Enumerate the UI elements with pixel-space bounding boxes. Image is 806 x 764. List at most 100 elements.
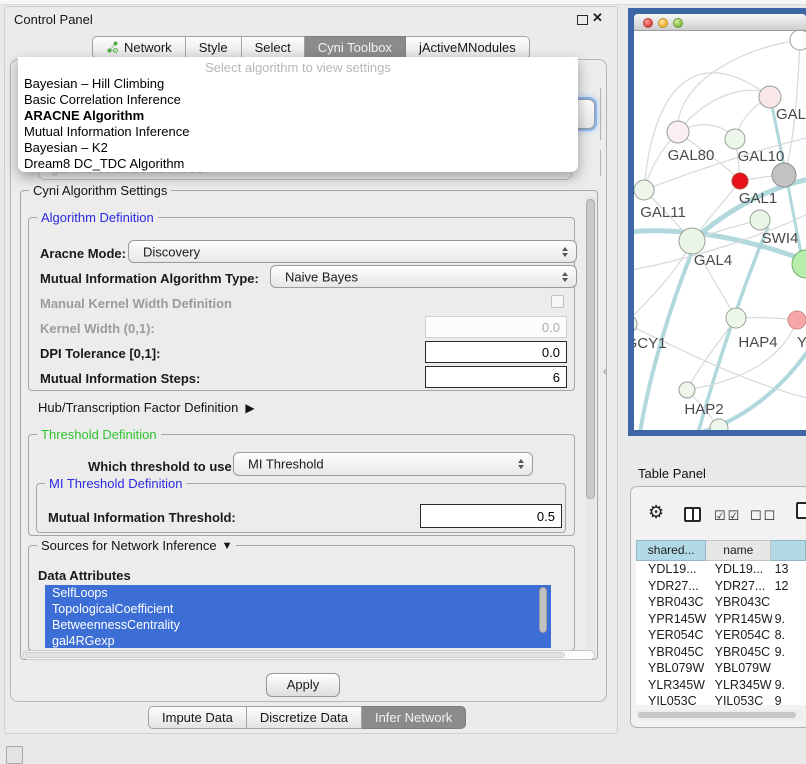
gear-icon[interactable]: ⚙ bbox=[648, 502, 664, 523]
table-row[interactable]: YPR145WYPR145W9. bbox=[636, 611, 806, 628]
table-row[interactable]: YBL079WYBL079W bbox=[636, 660, 806, 677]
network-node-hap4[interactable] bbox=[726, 308, 746, 328]
table-row[interactable]: YBR043CYBR043C bbox=[636, 594, 806, 611]
settings-scrollbar-thumb[interactable] bbox=[586, 199, 595, 499]
column-header[interactable] bbox=[771, 540, 806, 561]
mi-steps-input[interactable] bbox=[425, 366, 567, 388]
node-label: GAL1 bbox=[739, 190, 777, 207]
mi-threshold-input[interactable] bbox=[420, 504, 562, 528]
algorithm-option[interactable]: Dream8 DC_TDC Algorithm bbox=[18, 156, 578, 172]
tab-infer-network[interactable]: Infer Network bbox=[362, 706, 466, 729]
table-function-icon[interactable] bbox=[796, 502, 806, 519]
data-attribute-item[interactable]: SelfLoops bbox=[45, 585, 551, 601]
algorithm-option[interactable]: ARACNE Algorithm bbox=[18, 108, 578, 124]
table-row[interactable]: YER054CYER054C8. bbox=[636, 627, 806, 644]
table-scrollbar-thumb[interactable] bbox=[638, 712, 796, 718]
algorithm-option[interactable]: Bayesian – Hill Climbing bbox=[18, 76, 578, 92]
algorithm-dropdown-popup: Select algorithm to view settings Bayesi… bbox=[18, 57, 578, 172]
network-window[interactable]: GALGAL80GAL10GAL1GAL11SWI4GAL4GCY1HAP4YH… bbox=[634, 14, 806, 430]
tab-select[interactable]: Select bbox=[242, 36, 305, 59]
network-node-gal10[interactable] bbox=[725, 129, 745, 149]
minimize-traffic-light-icon[interactable] bbox=[658, 18, 668, 28]
network-node-swi4[interactable] bbox=[750, 210, 770, 230]
collapse-down-icon[interactable]: ▼ bbox=[222, 540, 233, 552]
network-node[interactable] bbox=[790, 31, 806, 50]
network-node-gal11[interactable] bbox=[634, 180, 654, 200]
columns-icon[interactable] bbox=[684, 507, 701, 522]
hub-transcription-factor-section[interactable]: Hub/Transcription Factor Definition ▶ bbox=[38, 400, 255, 415]
tab-discretize-data[interactable]: Discretize Data bbox=[247, 706, 362, 729]
network-icon bbox=[106, 41, 119, 54]
network-node-hap2[interactable] bbox=[679, 382, 695, 398]
table-cell: YDR27... bbox=[636, 579, 707, 593]
network-window-titlebar[interactable] bbox=[634, 14, 806, 31]
table-cell: YDL19... bbox=[636, 562, 707, 576]
aracne-mode-combobox[interactable]: Discovery bbox=[128, 240, 577, 263]
data-attributes-list[interactable]: SelfLoopsTopologicalCoefficientBetweenne… bbox=[45, 585, 551, 648]
sources-title: Sources for Network Inference bbox=[41, 538, 217, 553]
network-node[interactable] bbox=[772, 163, 796, 187]
column-header[interactable]: shared... bbox=[636, 540, 706, 561]
column-header[interactable]: name bbox=[706, 540, 771, 561]
node-attribute-table: shared...name YDL19...YDL19...13YDR27...… bbox=[636, 540, 806, 705]
which-threshold-label: Which threshold to use: bbox=[88, 459, 236, 474]
group-border-fragment bbox=[600, 88, 601, 140]
data-attribute-item[interactable]: gal4RGexp bbox=[45, 633, 551, 648]
data-attribute-item[interactable]: BetweennessCentrality bbox=[45, 617, 551, 633]
table-cell: YBR043C bbox=[636, 595, 707, 609]
network-node-gal4[interactable] bbox=[679, 228, 705, 254]
group-title: Threshold Definition bbox=[37, 427, 161, 442]
data-attribute-item[interactable]: TopologicalCoefficient bbox=[45, 601, 551, 617]
network-node-gal80[interactable] bbox=[667, 121, 689, 143]
network-node-gcy1[interactable] bbox=[634, 315, 637, 333]
deselect-all-checkboxes-icon[interactable]: ☐☐ bbox=[750, 508, 777, 524]
tab-style[interactable]: Style bbox=[186, 36, 242, 59]
node-label: SWI4 bbox=[762, 230, 799, 247]
table-row[interactable]: YBR045CYBR045C9. bbox=[636, 644, 806, 661]
horizontal-scrollbar-thumb[interactable] bbox=[25, 652, 565, 658]
stepper-icon bbox=[562, 247, 568, 257]
network-canvas[interactable]: GALGAL80GAL10GAL1GAL11SWI4GAL4GCY1HAP4YH… bbox=[634, 31, 806, 430]
minimized-panel-button[interactable] bbox=[6, 746, 23, 764]
list-scrollbar-thumb[interactable] bbox=[539, 587, 547, 633]
kernel-width-label: Kernel Width (0,1): bbox=[40, 321, 155, 336]
algorithm-option[interactable]: Bayesian – K2 bbox=[18, 140, 578, 156]
panel-collapse-handle[interactable]: ‹ bbox=[603, 364, 607, 378]
network-edge[interactable] bbox=[634, 241, 692, 323]
network-node-gal[interactable] bbox=[759, 86, 781, 108]
network-node-y[interactable] bbox=[788, 311, 806, 329]
table-cell: YPR145W bbox=[707, 612, 772, 626]
close-icon[interactable]: ✕ bbox=[592, 10, 603, 26]
expand-right-icon[interactable]: ▶ bbox=[245, 401, 254, 415]
table-panel-title: Table Panel bbox=[638, 466, 706, 481]
tab-jactivemnodules[interactable]: jActiveMNodules bbox=[406, 36, 530, 59]
dpi-tolerance-input[interactable] bbox=[425, 341, 567, 363]
table-row[interactable]: YIL053CYIL053C9 bbox=[636, 693, 806, 705]
kernel-width-input[interactable] bbox=[425, 316, 567, 338]
network-node-gal1[interactable] bbox=[732, 173, 748, 189]
manual-kernel-width-checkbox[interactable] bbox=[551, 295, 564, 308]
table-header-row: shared...name bbox=[636, 540, 806, 561]
table-row[interactable]: YDR27...YDR27...12 bbox=[636, 578, 806, 595]
mi-algorithm-type-combobox[interactable]: Naive Bayes bbox=[270, 265, 577, 288]
group-title: MI Threshold Definition bbox=[45, 476, 186, 491]
inference-algorithm-combobox-sliver[interactable] bbox=[578, 99, 595, 129]
float-window-icon[interactable] bbox=[577, 15, 588, 25]
table-cell: 9 bbox=[772, 694, 806, 705]
table-cell: YIL053C bbox=[707, 694, 772, 705]
table-row[interactable]: YLR345WYLR345W9. bbox=[636, 677, 806, 694]
table-cell: 13 bbox=[772, 562, 806, 576]
algorithm-option[interactable]: Mutual Information Inference bbox=[18, 124, 578, 140]
node-label: GAL4 bbox=[694, 252, 732, 269]
tab-cyni-toolbox[interactable]: Cyni Toolbox bbox=[305, 36, 406, 59]
select-all-checkboxes-icon[interactable]: ☑☑ bbox=[714, 508, 741, 524]
apply-button[interactable]: Apply bbox=[266, 673, 340, 697]
close-traffic-light-icon[interactable] bbox=[643, 18, 653, 28]
network-edge[interactable] bbox=[687, 320, 797, 390]
zoom-traffic-light-icon[interactable] bbox=[673, 18, 683, 28]
table-row[interactable]: YDL19...YDL19...13 bbox=[636, 561, 806, 578]
algorithm-option[interactable]: Basic Correlation Inference bbox=[18, 92, 578, 108]
which-threshold-combobox[interactable]: MI Threshold bbox=[233, 452, 533, 476]
tab-impute-data[interactable]: Impute Data bbox=[148, 706, 247, 729]
tab-network[interactable]: Network bbox=[92, 36, 186, 59]
